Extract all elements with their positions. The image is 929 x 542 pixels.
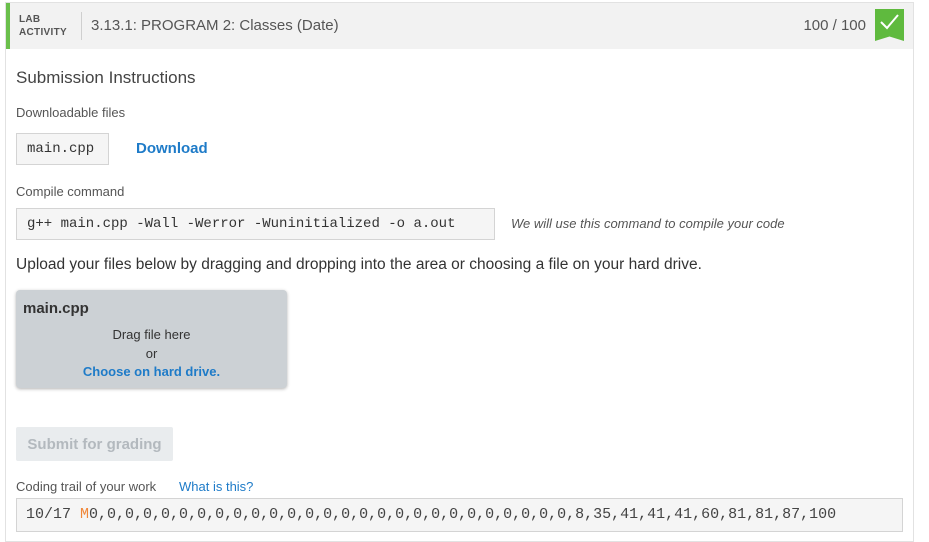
compile-hint: We will use this command to compile your… <box>511 216 785 231</box>
dropzone-file-name: main.cpp <box>23 300 89 317</box>
score-display: 100 / 100 <box>803 17 866 34</box>
or-text: or <box>145 346 158 361</box>
download-link[interactable]: Download <box>136 140 208 157</box>
drag-file-text: Drag file here <box>112 327 191 342</box>
trail-values: 0,0,0,0,0,0,0,0,0,0,0,0,0,0,0,0,0,0,0,0,… <box>89 506 837 523</box>
completed-badge <box>875 9 904 41</box>
header-divider <box>81 12 82 40</box>
coding-trail-label: Coding trail of your work <box>16 479 157 494</box>
trail-date: 10/17 <box>26 506 72 523</box>
lab-label-line1: LAB <box>19 14 41 25</box>
compile-command: g++ main.cpp -Wall -Werror -Wuninitializ… <box>16 208 495 240</box>
submit-for-grading-button[interactable]: Submit for grading <box>16 427 173 461</box>
trail-marker: M <box>80 506 90 523</box>
activity-header: LAB ACTIVITY 3.13.1: PROGRAM 2: Classes … <box>6 3 913 49</box>
choose-file-link[interactable]: Choose on hard drive. <box>83 364 220 379</box>
coding-trail-row: 10/17 M0,0,0,0,0,0,0,0,0,0,0,0,0,0,0,0,0… <box>16 498 903 532</box>
downloadable-file-name: main.cpp <box>16 133 109 165</box>
upload-instructions: Upload your files below by dragging and … <box>16 256 702 273</box>
compile-command-label: Compile command <box>16 184 125 199</box>
lab-activity-panel: LAB ACTIVITY 3.13.1: PROGRAM 2: Classes … <box>5 2 914 542</box>
lab-activity-page: LAB ACTIVITY 3.13.1: PROGRAM 2: Classes … <box>0 0 929 542</box>
section-title: Submission Instructions <box>16 68 196 87</box>
check-icon <box>880 14 899 30</box>
lab-activity-label: LAB ACTIVITY <box>19 13 67 39</box>
activity-title: 3.13.1: PROGRAM 2: Classes (Date) <box>91 17 339 34</box>
file-dropzone[interactable]: main.cpp Drag file here or Choose on har… <box>16 290 287 388</box>
what-is-this-link[interactable]: What is this? <box>179 479 253 494</box>
lab-label-line2: ACTIVITY <box>19 27 67 38</box>
downloadable-files-label: Downloadable files <box>16 105 126 120</box>
